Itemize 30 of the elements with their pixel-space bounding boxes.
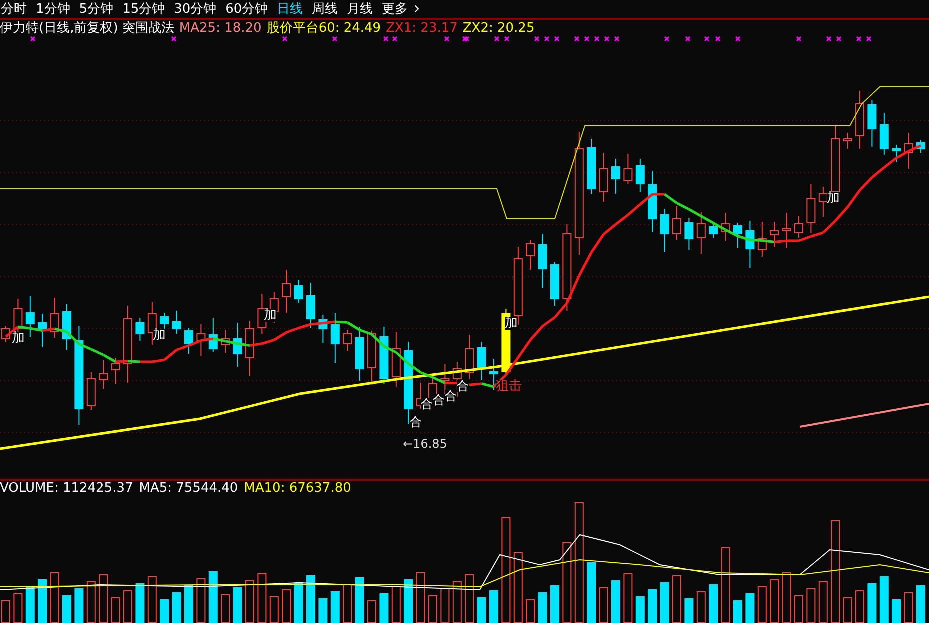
period-tab[interactable]: 15分钟 [122, 2, 166, 16]
period-tab[interactable]: 更多 [382, 2, 408, 16]
indicator-reading: ZX1: 23.17 [386, 20, 458, 38]
signal-label: 加 [153, 329, 166, 342]
volume-reading: VOLUME: 112425.37 [0, 480, 134, 498]
period-tab[interactable]: 5分钟 [79, 2, 114, 16]
period-tab[interactable]: 月线 [347, 2, 374, 16]
signal-label: 合 [445, 390, 457, 402]
indicator-reading: MA25: 18.20 [179, 20, 262, 38]
signal-label: 合 [421, 398, 433, 410]
signal-label: 合 [433, 394, 445, 406]
period-tab[interactable]: 60分钟 [226, 2, 268, 16]
signal-label: 加 [827, 192, 840, 205]
period-tab[interactable]: 日线 [277, 2, 304, 16]
period-tab[interactable]: 周线 [312, 2, 338, 16]
signal-label: 加 [12, 332, 25, 345]
signal-label: 合 [410, 416, 422, 428]
signal-label: 狙击 [496, 380, 522, 393]
signal-label: 加 [505, 317, 518, 330]
indicator-title: 伊力特(日线,前复权) 突围战法 [0, 20, 174, 38]
indicator-reading: 股价平台60: 24.49 [266, 20, 382, 38]
signal-label: 加 [264, 309, 277, 322]
signal-label: ←16.85 [403, 438, 448, 450]
volume-reading: MA10: 67637.80 [244, 480, 352, 498]
indicator-reading: ZX2: 20.25 [462, 20, 535, 38]
signal-label: 合 [457, 380, 469, 392]
period-tab[interactable]: 1分钟 [36, 2, 70, 16]
period-tab[interactable]: 30分钟 [174, 2, 217, 16]
volume-reading: MA5: 75544.40 [139, 480, 238, 498]
period-tab[interactable]: 分时 [1, 2, 27, 16]
